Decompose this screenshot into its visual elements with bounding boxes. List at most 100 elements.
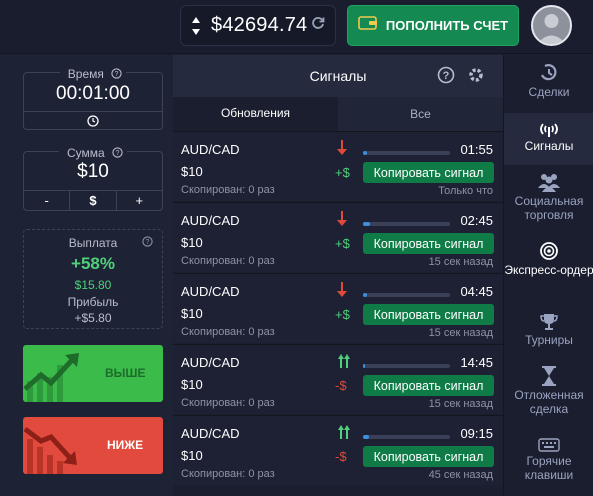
signal-ago: 15 сек назад [428, 327, 493, 339]
signal-pair: AUD/CAD [181, 142, 240, 157]
help-icon[interactable]: ? [111, 68, 122, 79]
avatar[interactable] [531, 5, 572, 46]
double-arrow-up-icon [337, 424, 351, 445]
hourglass-icon [542, 366, 556, 386]
nav-item-pending-trade[interactable]: Отложенная сделка [504, 366, 593, 426]
signal-sign: -$ [335, 449, 347, 464]
lower-button[interactable]: НИЖЕ [23, 417, 163, 474]
nav-item-express-order[interactable]: Экспресс-ордер [504, 241, 593, 299]
higher-button[interactable]: ВЫШЕ [23, 345, 163, 402]
signal-time: 14:45 [460, 355, 493, 370]
copy-signal-button[interactable]: Копировать сигнал [363, 162, 494, 183]
decrease-sum-button[interactable]: - [24, 191, 71, 210]
signal-amount: $10 [181, 164, 203, 179]
signal-amount: $10 [181, 235, 203, 250]
trophy-icon [540, 314, 558, 330]
signal-copied-count: Скопирован: 0 раз [181, 326, 275, 338]
signal-sign: -$ [335, 378, 347, 393]
lower-label: НИЖЕ [107, 438, 144, 452]
signal-time: 02:45 [460, 213, 493, 228]
arrow-down-icon [337, 282, 347, 303]
signal-progress-fill [363, 222, 370, 226]
wallet-icon [358, 15, 378, 36]
nav-item-tournaments[interactable]: Турниры [504, 313, 593, 355]
signal-ago: 15 сек назад [428, 256, 493, 268]
tab-updates[interactable]: Обновления [173, 97, 338, 131]
currency-button[interactable]: $ [70, 191, 117, 210]
help-icon[interactable]: ? [437, 66, 455, 89]
signals-list: AUD/CAD $10 Скопирован: 0 раз +$ 01:55 Копиро… [173, 131, 503, 486]
signal-copied-count: Скопирован: 0 раз [181, 255, 275, 267]
signal-icon [540, 123, 558, 137]
time-field[interactable]: Время ? 00:01:00 [23, 67, 163, 130]
copy-signal-button[interactable]: Копировать сигнал [363, 304, 494, 325]
signal-copied-count: Скопирован: 0 раз [181, 468, 275, 480]
signal-progress [363, 222, 450, 226]
signal-sign: +$ [335, 165, 350, 180]
clock-icon[interactable] [24, 111, 162, 129]
copy-signal-button[interactable]: Копировать сигнал [363, 233, 494, 254]
signal-progress-fill [363, 435, 370, 439]
trend-up-icon [23, 353, 79, 402]
nav-label: Горячие клавиши [524, 454, 574, 482]
signal-pair: AUD/CAD [181, 355, 240, 370]
svg-text:?: ? [116, 150, 120, 157]
balance-selector[interactable]: $42694.74 [180, 5, 336, 46]
nav-item-trades[interactable]: Сделки [504, 63, 593, 109]
signal-time: 04:45 [460, 284, 493, 299]
time-label: Время [63, 67, 108, 81]
signal-progress [363, 364, 450, 368]
svg-text:?: ? [115, 71, 119, 78]
gear-icon[interactable] [467, 66, 485, 89]
tab-all[interactable]: Все [338, 97, 503, 131]
signal-progress [363, 151, 450, 155]
nav-item-social-trading[interactable]: Социальная торговля [504, 172, 593, 232]
signal-progress-fill [363, 151, 368, 155]
nav-label: Сделки [528, 85, 570, 99]
signal-ago: 15 сек назад [428, 398, 493, 410]
payout-percent: +58% [71, 254, 115, 273]
signal-sign: +$ [335, 307, 350, 322]
increase-sum-button[interactable]: + [117, 191, 162, 210]
copy-signal-button[interactable]: Копировать сигнал [363, 446, 494, 467]
arrow-down-icon [337, 211, 347, 232]
nav-item-hotkeys[interactable]: Горячие клавиши [504, 438, 593, 494]
signal-sign: +$ [335, 236, 350, 251]
signal-pair: AUD/CAD [181, 284, 240, 299]
nav-label: Экспресс-ордер [504, 263, 593, 277]
sum-field[interactable]: Сумма ? $10 - $ + [23, 146, 163, 211]
top-bar: $42694.74 ПОПОЛНИТЬ СЧЕТ [0, 0, 593, 54]
trades-icon [540, 64, 557, 81]
help-icon[interactable]: ? [142, 236, 153, 250]
higher-label: ВЫШЕ [105, 366, 146, 380]
refresh-icon[interactable] [311, 16, 325, 35]
sum-value[interactable]: $10 [24, 161, 162, 183]
signal-row: AUD/CAD $10 Скопирован: 0 раз -$ 09:15 Копиро… [173, 415, 503, 485]
profit-label: Прибыль [67, 295, 119, 309]
deposit-button[interactable]: ПОПОЛНИТЬ СЧЕТ [347, 5, 519, 46]
balance-switch-icon[interactable] [181, 16, 211, 36]
nav-label: Сигналы [524, 139, 574, 153]
signal-row: AUD/CAD $10 Скопирован: 0 раз -$ 14:45 Копиро… [173, 344, 503, 414]
svg-text:?: ? [146, 239, 150, 246]
signal-row: AUD/CAD $10 Скопирован: 0 раз +$ 02:45 Копиро… [173, 202, 503, 272]
nav-item-signals[interactable]: Сигналы [504, 113, 593, 165]
signal-pair: AUD/CAD [181, 426, 240, 441]
profit-amount: +$5.80 [74, 311, 112, 325]
deposit-label: ПОПОЛНИТЬ СЧЕТ [385, 18, 509, 33]
signal-amount: $10 [181, 306, 203, 321]
copy-signal-button[interactable]: Копировать сигнал [363, 375, 494, 396]
nav-label: Отложенная сделка [514, 388, 584, 416]
keyboard-icon [538, 438, 560, 452]
signal-amount: $10 [181, 377, 203, 392]
balance-amount: $42694.74 [211, 14, 308, 36]
trend-down-icon [23, 427, 77, 474]
signal-ago: Только что [438, 185, 493, 197]
nav-label: Турниры [525, 333, 573, 347]
social-trading-icon [538, 174, 560, 192]
time-value[interactable]: 00:01:00 [24, 83, 162, 105]
help-icon[interactable]: ? [112, 147, 123, 158]
sum-label: Сумма [62, 146, 109, 160]
double-arrow-up-icon [337, 353, 351, 374]
arrow-down-icon [337, 140, 347, 161]
